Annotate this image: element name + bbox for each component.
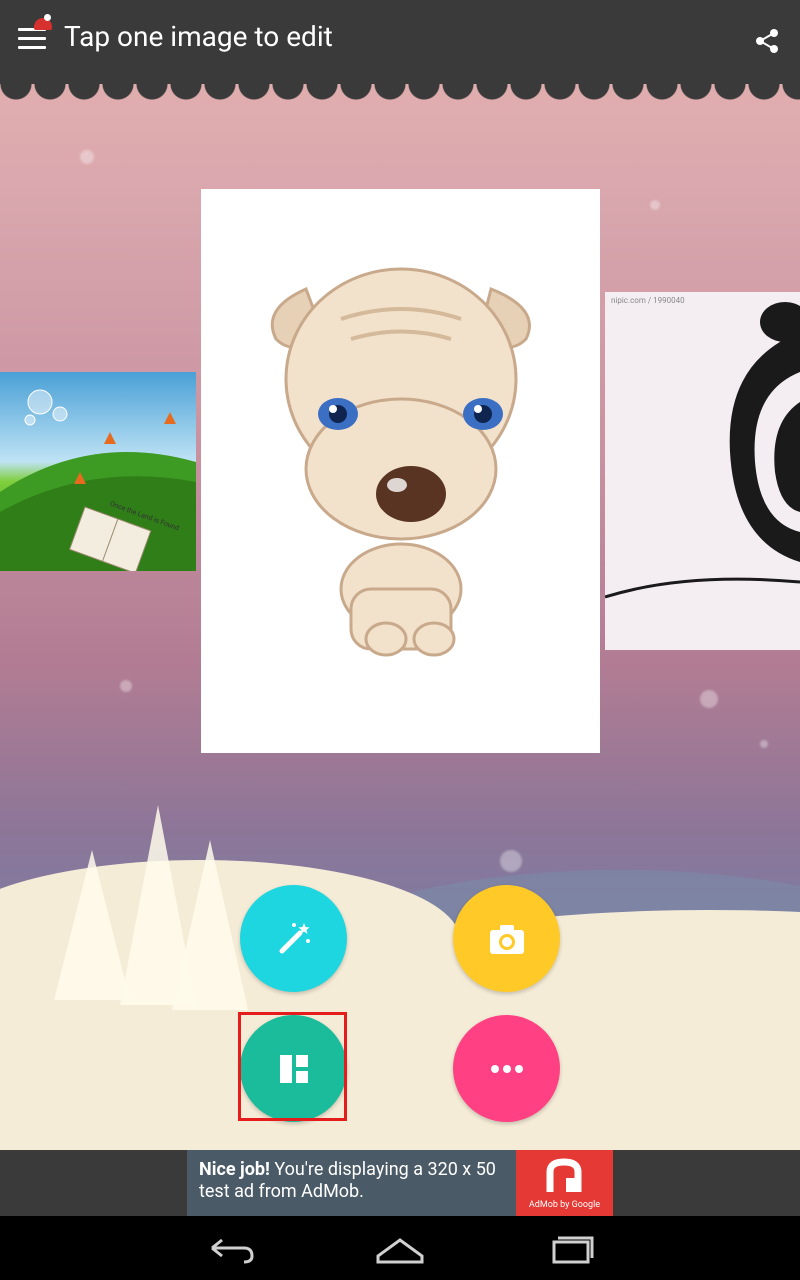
right-photo-caption: nipic.com / 1990040 <box>611 296 685 305</box>
santa-hat-icon <box>34 14 52 30</box>
puppy-image <box>270 267 531 657</box>
bokeh-dot <box>650 200 660 210</box>
bokeh-dot <box>700 690 718 708</box>
more-options-button[interactable] <box>453 1015 560 1122</box>
app-bar-scallop-edge <box>0 84 800 100</box>
tree-illustration <box>54 850 130 1000</box>
bokeh-dot <box>500 850 522 872</box>
home-icon[interactable] <box>370 1228 430 1268</box>
magic-wand-icon <box>279 922 310 953</box>
ad-text: Nice job! You're displaying a 320 x 50 t… <box>199 1159 519 1203</box>
layout-button[interactable] <box>240 1015 347 1122</box>
bokeh-dot <box>120 680 132 692</box>
admob-caption: AdMob by Google <box>528 1200 601 1210</box>
ad-headline: Nice job! <box>199 1159 270 1180</box>
more-dots-icon <box>490 1064 523 1073</box>
right-photo[interactable]: nipic.com / 1990040 <box>605 292 800 650</box>
page-title: Tap one image to edit <box>64 20 333 53</box>
grass-book-image <box>0 389 196 571</box>
system-navigation-bar <box>0 1216 800 1280</box>
editor-canvas: Once the Land is Found nipic.com / 19900… <box>0 0 800 1150</box>
bokeh-dot <box>760 740 768 748</box>
bokeh-dot <box>80 150 94 164</box>
admob-logo: AdMob by Google <box>516 1150 613 1216</box>
admob-mark-icon <box>546 1158 582 1192</box>
layout-icon <box>279 1054 308 1083</box>
left-photo[interactable]: Once the Land is Found <box>0 372 196 571</box>
camera-button[interactable] <box>453 885 560 992</box>
panda-image <box>605 302 800 599</box>
tree-illustration <box>172 840 248 1010</box>
magic-edit-button[interactable] <box>240 885 347 992</box>
share-icon[interactable] <box>754 28 780 54</box>
hamburger-menu-icon[interactable] <box>18 28 46 50</box>
back-icon[interactable] <box>200 1228 260 1268</box>
app-bar: Tap one image to edit <box>0 0 800 84</box>
main-photo[interactable] <box>201 189 600 753</box>
camera-icon <box>489 924 524 954</box>
recent-apps-icon[interactable] <box>540 1228 600 1268</box>
admob-banner[interactable]: Nice job! You're displaying a 320 x 50 t… <box>187 1150 613 1216</box>
